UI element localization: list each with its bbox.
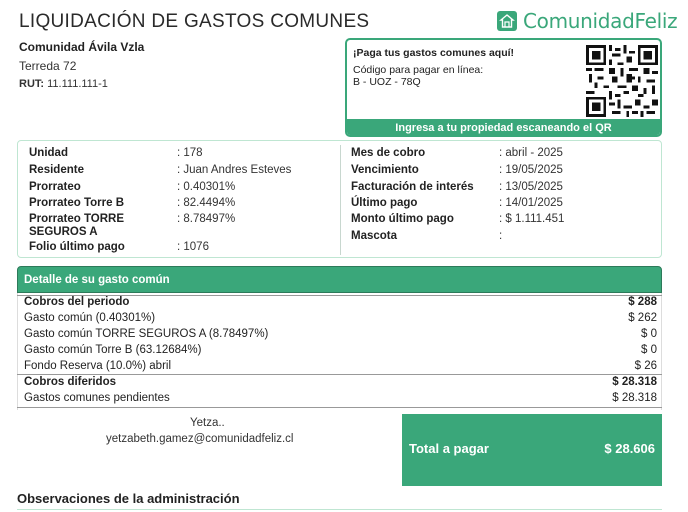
qr-heading: ¡Paga tus gastos comunes aquí! xyxy=(353,47,515,59)
qr-code-label: Código para pagar en línea: xyxy=(353,64,484,76)
total-due-box: Total a pagar $ 28.606 xyxy=(402,414,662,486)
detail-row-label: Fondo Reserva (10.0%) abril xyxy=(24,360,172,372)
detail-row: Cobros del periodo $ 288 xyxy=(24,296,657,311)
detail-row: Gasto común (0.40301%) $ 262 xyxy=(24,312,657,327)
rut-label: RUT: xyxy=(19,78,45,90)
detail-row-amount: $ 262 xyxy=(628,312,657,324)
detail-row-amount: $ 28.318 xyxy=(612,376,657,388)
detail-row-label: Gasto común Torre B (63.12684%) xyxy=(24,344,202,356)
detail-row-amount: $ 26 xyxy=(634,360,657,372)
detail-table: Cobros del periodo $ 288 Gasto común (0.… xyxy=(17,293,662,410)
interest-billing-value: : 13/05/2025 xyxy=(499,181,563,193)
qr-code-icon[interactable] xyxy=(586,45,658,117)
detail-row-amount: $ 28.318 xyxy=(612,392,657,404)
billing-month-value: : abril - 2025 xyxy=(499,147,563,159)
detail-divider xyxy=(17,295,662,296)
folio-label: Folio último pago xyxy=(29,241,125,253)
observations-divider xyxy=(17,509,662,510)
document-title: LIQUIDACIÓN DE GASTOS COMUNES xyxy=(19,11,370,32)
detail-row: Gasto común TORRE SEGUROS A (8.78497%) $… xyxy=(24,328,657,343)
detail-row-amount: $ 0 xyxy=(641,328,657,340)
detail-row: Gastos comunes pendientes $ 28.318 xyxy=(24,392,657,407)
prorrateo-value: : 0.40301% xyxy=(177,181,236,193)
last-payment-amount-value: : $ 1.111.451 xyxy=(499,213,565,225)
prorrateo-torre-seguros-value: : 8.78497% xyxy=(177,213,236,225)
rut-value: 11.111.111-1 xyxy=(47,78,108,90)
detail-divider xyxy=(17,407,662,408)
billing-month-label: Mes de cobro xyxy=(351,147,426,159)
due-date-value: : 19/05/2025 xyxy=(499,164,563,176)
detail-row: Fondo Reserva (10.0%) abril $ 26 xyxy=(24,360,657,375)
qr-footer-banner: Ingresa a tu propiedad escaneando el QR xyxy=(347,119,660,135)
folio-value: : 1076 xyxy=(177,241,209,253)
total-due-amount: $ 28.606 xyxy=(604,441,655,456)
detail-row-amount: $ 288 xyxy=(628,296,657,308)
admin-contact-name: Yetza.. xyxy=(190,417,225,429)
detail-row-amount: $ 0 xyxy=(641,344,657,356)
observations-heading: Observaciones de la administración xyxy=(17,491,240,506)
resident-value: : Juan Andres Esteves xyxy=(177,164,292,176)
last-payment-amount-label: Monto último pago xyxy=(351,213,454,225)
admin-contact-email[interactable]: yetzabeth.gamez@comunidadfeliz.cl xyxy=(106,433,293,445)
pet-label: Mascota xyxy=(351,230,398,242)
last-payment-label: Último pago xyxy=(351,197,418,209)
prorrateo-torre-seguros-label: Prorrateo TORRE xyxy=(29,213,125,225)
detail-row-label: Cobros del periodo xyxy=(24,296,130,308)
unit-label: Unidad xyxy=(29,147,68,159)
interest-billing-label: Facturación de interés xyxy=(351,181,474,193)
community-name: Comunidad Ávila Vzla xyxy=(19,40,145,54)
brand-logo: ComunidadFeliz xyxy=(497,9,678,33)
prorrateo-torre-b-label: Prorrateo Torre B xyxy=(29,197,125,209)
pet-value: : xyxy=(499,230,503,242)
logo-text: ComunidadFeliz xyxy=(523,9,678,33)
unit-value: : 178 xyxy=(177,147,203,159)
detail-row-label: Gasto común (0.40301%) xyxy=(24,312,156,324)
prorrateo-torre-seguros-label-2: SEGUROS A xyxy=(29,226,98,238)
community-address: Terreda 72 xyxy=(19,59,77,73)
prorrateo-label: Prorrateo xyxy=(29,181,81,193)
due-date-label: Vencimiento xyxy=(351,164,419,176)
detail-row-label: Cobros diferidos xyxy=(24,376,117,388)
total-due-label: Total a pagar xyxy=(409,441,489,456)
detail-row-label: Gastos comunes pendientes xyxy=(24,392,170,404)
detail-divider xyxy=(17,374,662,375)
detail-row-label: Gasto común TORRE SEGUROS A (8.78497%) xyxy=(24,328,269,340)
qr-code-value: B - UOZ - 78Q xyxy=(353,76,421,88)
qr-code-info: Código para pagar en línea: B - UOZ - 78… xyxy=(353,64,483,88)
detail-row: Gasto común Torre B (63.12684%) $ 0 xyxy=(24,344,657,359)
resident-label: Residente xyxy=(29,164,84,176)
unit-info-box: Unidad : 178 Residente : Juan Andres Est… xyxy=(17,140,662,258)
community-rut: RUT: 11.111.111-1 xyxy=(19,78,108,90)
last-payment-value: : 14/01/2025 xyxy=(499,197,563,209)
house-icon xyxy=(497,11,517,31)
prorrateo-torre-b-value: : 82.4494% xyxy=(177,197,236,209)
detail-heading: Detalle de su gasto común xyxy=(17,266,662,293)
qr-payment-panel: ¡Paga tus gastos comunes aquí! Código pa… xyxy=(345,38,662,137)
detail-row: Cobros diferidos $ 28.318 xyxy=(24,376,657,391)
info-divider xyxy=(340,145,341,255)
